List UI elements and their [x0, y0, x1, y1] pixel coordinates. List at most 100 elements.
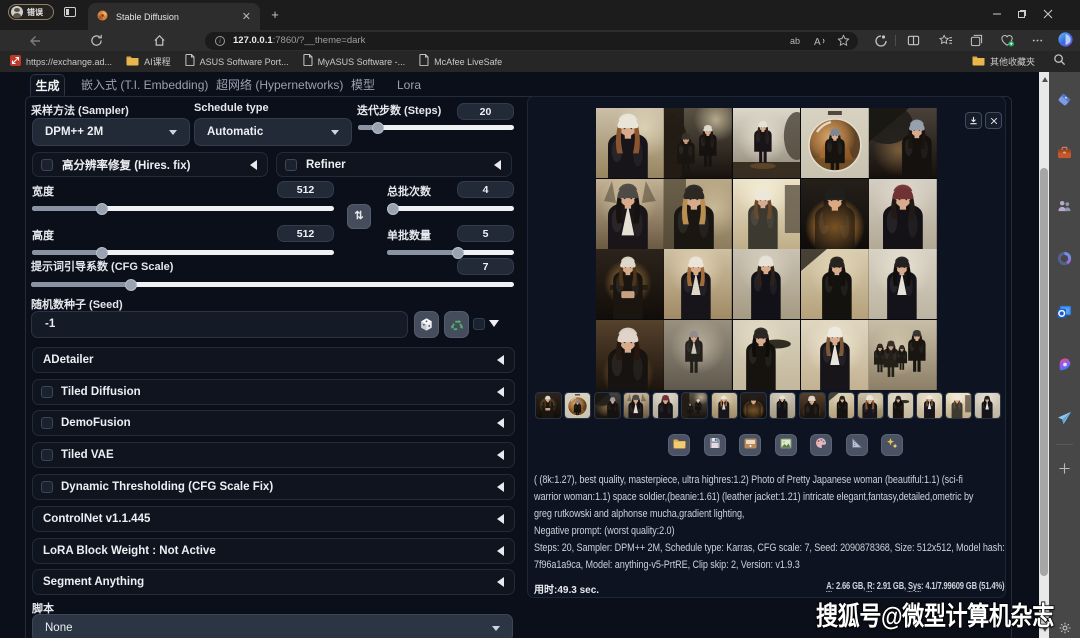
accordion-checkbox[interactable]	[41, 449, 53, 461]
bookmark-item[interactable]: AI课程	[126, 53, 171, 71]
random-seed-button[interactable]	[414, 311, 439, 338]
gallery-image-8[interactable]	[733, 179, 801, 249]
accordion-lora-block-weight-not-active[interactable]: LoRA Block Weight : Not Active	[32, 538, 515, 564]
translate-icon[interactable]: ab	[789, 34, 805, 48]
sd-tab-txt2img[interactable]: 生成	[30, 74, 65, 96]
thumbnail-5[interactable]	[653, 393, 678, 418]
read-aloud-icon[interactable]: A	[812, 34, 828, 48]
collections-icon[interactable]	[968, 32, 985, 49]
accordion-collapse-icon[interactable]	[497, 387, 504, 397]
thumbnail-3[interactable]	[595, 393, 620, 418]
accordion-demofusion[interactable]: DemoFusion	[32, 410, 515, 436]
gallery-image-15[interactable]	[869, 249, 937, 319]
sd-tab-3[interactable]: 模型	[351, 74, 378, 96]
hires-collapse-icon[interactable]	[250, 160, 257, 170]
bookmark-item[interactable]: McAfee LiveSafe	[419, 53, 502, 71]
refresh-icon[interactable]	[88, 32, 105, 49]
scrollbar-up-icon[interactable]	[1042, 77, 1048, 82]
gallery-image-16[interactable]	[596, 320, 664, 390]
gallery-image-19[interactable]	[801, 320, 869, 390]
window-close-button[interactable]	[1031, 0, 1065, 28]
batch-count-input[interactable]: 4	[457, 181, 514, 198]
other-favorites-label[interactable]: 其他收藏夹	[990, 55, 1035, 68]
gallery-download-button[interactable]	[965, 112, 982, 129]
sampler-dropdown[interactable]: DPM++ 2M	[32, 118, 190, 146]
cfg-slider[interactable]	[31, 282, 514, 287]
accordion-collapse-icon[interactable]	[497, 577, 504, 587]
gallery-image-2[interactable]	[664, 108, 732, 178]
thumbnail-4[interactable]	[624, 393, 649, 418]
thumbnail-2[interactable]	[565, 393, 590, 418]
gallery-image-20[interactable]	[869, 320, 937, 390]
gallery-image-3[interactable]	[733, 108, 801, 178]
cfg-input[interactable]: 7	[457, 258, 514, 275]
home-icon[interactable]	[151, 32, 168, 49]
width-slider[interactable]	[32, 206, 334, 211]
thumbnail-13[interactable]	[888, 393, 913, 418]
height-input[interactable]: 512	[277, 225, 334, 242]
back-icon[interactable]	[25, 32, 42, 49]
refiner-checkbox[interactable]	[285, 159, 297, 171]
sd-tab-2[interactable]: 超网络 (Hypernetworks)	[216, 74, 333, 96]
sidebar-people-icon[interactable]	[1056, 197, 1073, 214]
extensions-icon[interactable]	[872, 32, 889, 49]
batch-count-slider[interactable]	[387, 206, 514, 211]
ruler-button[interactable]	[846, 434, 868, 456]
gallery-image-4[interactable]	[801, 108, 869, 178]
sd-tab-1[interactable]: 嵌入式 (T.I. Embedding)	[81, 74, 182, 96]
thumbnail-6[interactable]	[682, 393, 707, 418]
gallery-image-13[interactable]	[733, 249, 801, 319]
split-screen-icon[interactable]	[905, 32, 922, 49]
sidebar-ring-icon[interactable]	[1056, 250, 1073, 267]
accordion-adetailer[interactable]: ADetailer	[32, 347, 515, 373]
script-dropdown[interactable]: None	[32, 614, 513, 638]
bookmark-item[interactable]: MyASUS Software -...	[303, 53, 406, 71]
seed-input[interactable]: -1	[31, 311, 408, 338]
palette-button[interactable]	[810, 434, 832, 456]
gallery-image-7[interactable]	[664, 179, 732, 249]
site-info-icon[interactable]: i	[215, 36, 225, 46]
sidebar-add-icon[interactable]	[1056, 460, 1073, 477]
width-input[interactable]: 512	[277, 181, 334, 198]
more-menu-icon[interactable]	[1029, 32, 1046, 49]
gallery-image-6[interactable]	[596, 179, 664, 249]
bookmark-item[interactable]: ASUS Software Port...	[185, 53, 289, 71]
thumbnail-7[interactable]	[712, 393, 737, 418]
schedule-dropdown[interactable]: Automatic	[194, 118, 352, 146]
url-text[interactable]: 127.0.0.1:7860/?__theme=dark	[233, 35, 789, 46]
gallery-image-10[interactable]	[869, 179, 937, 249]
steps-slider[interactable]	[358, 125, 514, 130]
thumbnail-10[interactable]	[800, 393, 825, 418]
accordion-collapse-icon[interactable]	[497, 546, 504, 556]
bookbar-search-icon[interactable]	[1053, 53, 1066, 71]
favorites-icon[interactable]	[937, 32, 954, 49]
gallery-image-9[interactable]	[801, 179, 869, 249]
thumbnail-11[interactable]	[829, 393, 854, 418]
accordion-checkbox[interactable]	[41, 481, 53, 493]
accordion-checkbox[interactable]	[41, 386, 53, 398]
gallery-close-button[interactable]	[985, 112, 1002, 129]
address-bar[interactable]: i 127.0.0.1:7860/?__theme=dark ab A	[205, 32, 858, 50]
thumbnail-9[interactable]	[770, 393, 795, 418]
thumbnail-1[interactable]	[536, 393, 561, 418]
sidebar-settings-icon[interactable]	[1056, 619, 1073, 636]
browser-tab[interactable]: Stable Diffusion ✕	[88, 3, 260, 30]
steps-input[interactable]: 20	[457, 103, 514, 120]
sidebar-toolbox-icon[interactable]	[1056, 144, 1073, 161]
accordion-collapse-icon[interactable]	[497, 355, 504, 365]
gallery-image-14[interactable]	[801, 249, 869, 319]
zip-button[interactable]	[739, 434, 761, 456]
sd-tab-4[interactable]: Lora	[397, 74, 422, 96]
batch-size-slider[interactable]	[387, 250, 514, 255]
hires-fix-panel[interactable]: 高分辨率修复 (Hires. fix)	[32, 152, 268, 177]
new-tab-button[interactable]: +	[268, 8, 282, 22]
tab-close-icon[interactable]: ✕	[242, 12, 251, 22]
gallery-image-17[interactable]	[664, 320, 732, 390]
thumbnail-14[interactable]	[917, 393, 942, 418]
accordion-collapse-icon[interactable]	[497, 418, 504, 428]
favorite-star-icon[interactable]	[835, 34, 851, 48]
swap-dimensions-button[interactable]: ⇅	[347, 204, 371, 229]
sidebar-designer-icon[interactable]	[1056, 356, 1073, 373]
reuse-seed-button[interactable]	[444, 311, 469, 338]
accordion-collapse-icon[interactable]	[497, 450, 504, 460]
